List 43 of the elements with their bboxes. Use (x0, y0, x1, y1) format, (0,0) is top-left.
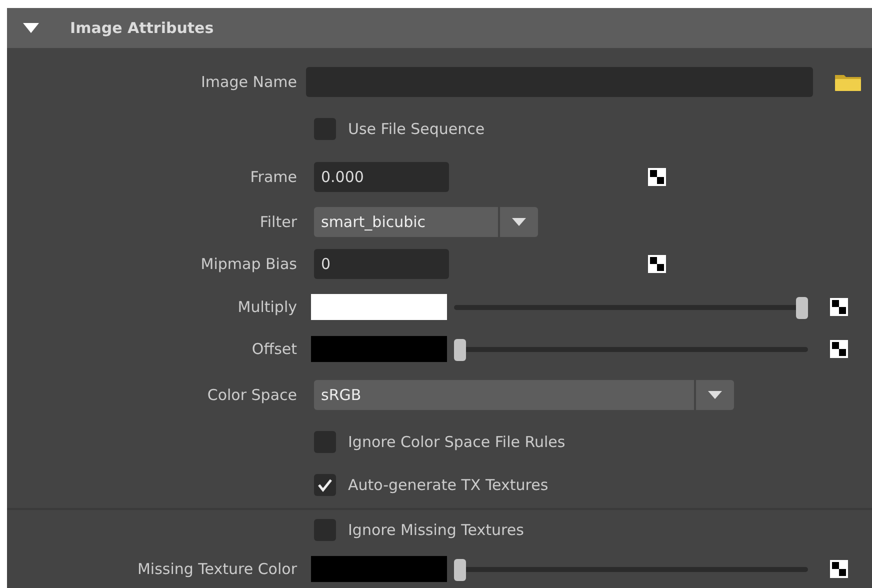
slider-handle[interactable] (454, 339, 466, 361)
field-label: Frame (250, 168, 297, 186)
image-name-field[interactable] (306, 67, 813, 97)
checker-map-icon[interactable] (648, 255, 666, 273)
checker-map-icon[interactable] (830, 340, 848, 358)
color-swatch[interactable] (311, 556, 447, 582)
checkbox[interactable] (314, 431, 336, 453)
checked-checkbox[interactable] (314, 474, 336, 496)
slider-handle[interactable] (796, 297, 808, 319)
checkbox-label: Auto-generate TX Textures (348, 474, 548, 496)
caret-icon (708, 391, 722, 399)
checkbox-label: Ignore Color Space File Rules (348, 432, 566, 453)
checker-map-icon[interactable] (830, 560, 848, 578)
dropdown[interactable]: sRGB (314, 380, 694, 410)
section-header[interactable]: Image Attributes (7, 8, 872, 48)
caret-icon (512, 218, 526, 226)
slider-track[interactable] (454, 294, 808, 320)
dropdown-arrow-button[interactable] (696, 380, 734, 410)
slider-handle[interactable] (454, 559, 466, 581)
slider-track[interactable] (454, 336, 808, 362)
color-swatch[interactable] (311, 336, 447, 362)
checkbox[interactable] (314, 118, 336, 140)
checkbox[interactable] (314, 519, 336, 541)
color-swatch[interactable] (311, 294, 447, 320)
dropdown[interactable]: smart_bicubic (314, 207, 498, 237)
section-title: Image Attributes (70, 18, 214, 39)
folder-icon[interactable] (834, 72, 862, 92)
field-label: Filter (260, 212, 297, 231)
collapse-triangle-icon[interactable] (22, 22, 40, 34)
slider-track[interactable] (454, 556, 808, 582)
checker-map-icon[interactable] (648, 168, 666, 186)
checker-map-icon[interactable] (830, 298, 848, 316)
number-field[interactable]: 0 (314, 249, 449, 279)
field-label: Missing Texture Color (137, 560, 297, 578)
dropdown-arrow-button[interactable] (500, 207, 538, 237)
field-label: Image Name (201, 72, 297, 91)
field-label: Mipmap Bias (200, 254, 297, 273)
number-field[interactable]: 0.000 (314, 162, 449, 192)
field-label: Color Space (207, 386, 297, 404)
checkbox-label: Ignore Missing Textures (348, 520, 524, 541)
checkbox-label: Use File Sequence (348, 118, 485, 140)
field-label: Offset (252, 340, 297, 358)
field-label: Multiply (238, 298, 297, 316)
